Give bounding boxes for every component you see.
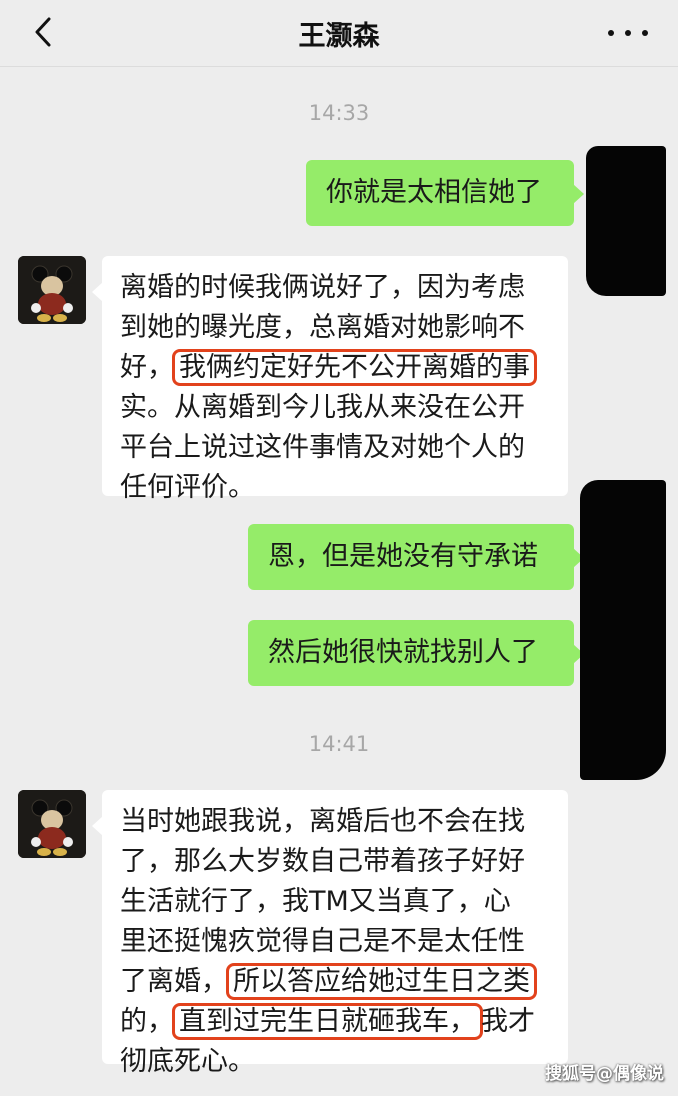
chat-title: 王灏森 xyxy=(298,21,380,52)
message-text: 平台上说过这件事情及对她个人的 xyxy=(120,432,525,463)
message-text: 然后她很快就找别人了 xyxy=(268,637,538,668)
message-line: 实。从离婚到今儿我从来没在公开 xyxy=(120,388,550,428)
message-text: 了离婚， xyxy=(120,966,228,997)
message-text: 彻底死心。 xyxy=(120,1046,255,1077)
message-line: 到她的曝光度，总离婚对她影响不 xyxy=(120,308,550,348)
message-line: 的， 直到过完生日就砸我车， 我才 xyxy=(120,1002,550,1042)
contact-avatar[interactable] xyxy=(18,256,86,324)
message-text: 离婚的时候我俩说好了，因为考虑 xyxy=(120,272,525,303)
mickey-avatar-icon xyxy=(18,256,86,324)
message-text: 任何评价。 xyxy=(120,472,255,503)
message-bubble-received[interactable]: 离婚的时候我俩说好了，因为考虑 到她的曝光度，总离婚对她影响不 好， 我俩约定好先… xyxy=(92,256,568,503)
highlighted-text: 所以答应给她过生日之类 xyxy=(226,963,537,1000)
message-line: 了，那么大岁数自己带着孩子好好 xyxy=(120,842,550,882)
timestamp: 14:41 xyxy=(308,732,370,756)
watermark: 搜狐号@偶像说 xyxy=(545,1064,664,1084)
message-line: 里还挺愧疚觉得自己是不是太任性 xyxy=(120,922,550,962)
message-text: 恩，但是她没有守承诺 xyxy=(268,541,538,572)
message-text: 当时她跟我说，离婚后也不会在找 xyxy=(120,806,525,837)
message-bubble-received[interactable]: 当时她跟我说，离婚后也不会在找 了，那么大岁数自己带着孩子好好 生活就行了，我T… xyxy=(92,790,568,1077)
message-text: 到她的曝光度，总离婚对她影响不 xyxy=(120,312,525,343)
message-text: 好， xyxy=(120,352,174,383)
message-line: 当时她跟我说，离婚后也不会在找 xyxy=(120,802,550,842)
message-line: 平台上说过这件事情及对她个人的 xyxy=(120,428,550,468)
message-text: 里还挺愧疚觉得自己是不是太任性 xyxy=(120,926,525,957)
highlighted-text: 我俩约定好先不公开离婚的事 xyxy=(172,349,537,386)
highlighted-text: 直到过完生日就砸我车， xyxy=(172,1003,483,1040)
redacted-avatar xyxy=(586,146,666,296)
message-text: 我才 xyxy=(481,1006,535,1037)
message-bubble-sent[interactable]: 然后她很快就找别人了 xyxy=(248,620,584,686)
message-text: 你就是太相信她了 xyxy=(326,177,542,208)
timestamp: 14:33 xyxy=(308,101,370,125)
message-text: 的， xyxy=(120,1006,174,1037)
message-text: 生活就行了，我TM又当真了，心 xyxy=(120,886,511,917)
mickey-avatar-icon xyxy=(18,790,86,858)
message-line: 离婚的时候我俩说好了，因为考虑 xyxy=(120,268,550,308)
message-line: 生活就行了，我TM又当真了，心 xyxy=(120,882,550,922)
message-line: 好， 我俩约定好先不公开离婚的事 xyxy=(120,348,550,388)
message-bubble-sent[interactable]: 你就是太相信她了 xyxy=(306,160,584,226)
message-line: 任何评价。 xyxy=(120,468,550,508)
message-bubble-sent[interactable]: 恩，但是她没有守承诺 xyxy=(248,524,584,590)
message-text: 了，那么大岁数自己带着孩子好好 xyxy=(120,846,525,877)
ellipsis-icon xyxy=(608,30,614,36)
message-text: 实。从离婚到今儿我从来没在公开 xyxy=(120,392,525,423)
more-button[interactable] xyxy=(608,18,648,48)
chat-header: 王灏森 xyxy=(0,0,678,67)
contact-avatar[interactable] xyxy=(18,790,86,858)
message-line: 了离婚， 所以答应给她过生日之类 xyxy=(120,962,550,1002)
message-line: 彻底死心。 xyxy=(120,1042,550,1082)
